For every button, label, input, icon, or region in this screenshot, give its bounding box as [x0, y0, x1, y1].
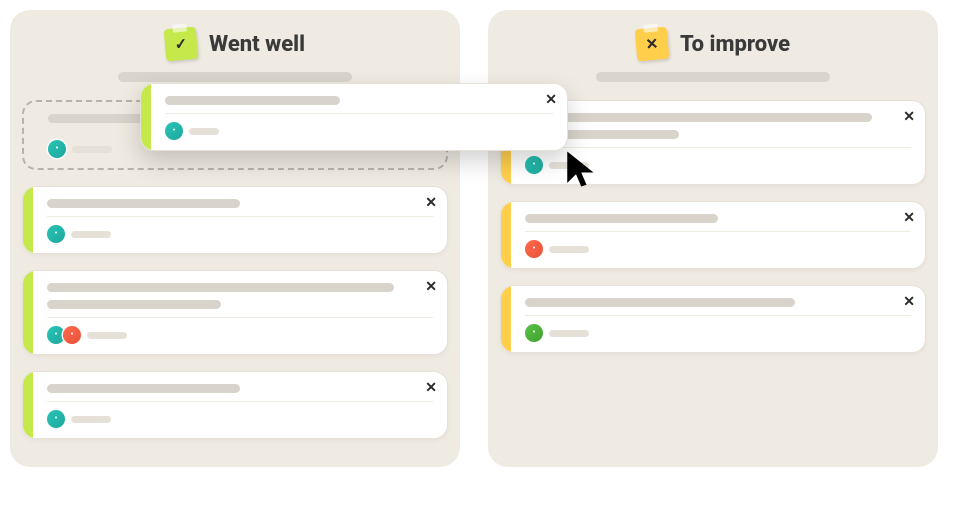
avatar: • — [525, 240, 543, 258]
add-card-bar[interactable] — [118, 72, 352, 82]
retro-card[interactable]: ✕ • — [500, 201, 926, 269]
dragging-card[interactable]: ✕ • — [140, 83, 568, 151]
avatar: • — [525, 156, 543, 174]
retro-card[interactable]: ✕ • — [500, 285, 926, 353]
add-card-bar[interactable] — [596, 72, 830, 82]
retro-board: ✓ Went well • ✕ • — [0, 0, 959, 477]
close-icon[interactable]: ✕ — [903, 210, 915, 226]
close-icon[interactable]: ✕ — [425, 279, 437, 295]
retro-card[interactable]: ✕ • • — [22, 270, 448, 355]
x-icon: ✕ — [645, 34, 659, 53]
retro-card[interactable]: ✕ • — [22, 371, 448, 439]
avatar: • — [48, 140, 66, 158]
avatar: • — [525, 324, 543, 342]
sticky-note-icon: ✓ — [164, 27, 199, 62]
column-went-well: ✓ Went well • ✕ • — [10, 10, 460, 467]
sticky-note-icon: ✕ — [635, 27, 670, 62]
column-title: Went well — [209, 32, 305, 57]
close-icon[interactable]: ✕ — [903, 294, 915, 310]
column-to-improve: ✕ To improve ✕ • ✕ — [488, 10, 938, 467]
column-title: To improve — [680, 32, 790, 57]
close-icon[interactable]: ✕ — [425, 380, 437, 396]
avatar: • — [63, 326, 81, 344]
check-icon: ✓ — [174, 34, 188, 53]
avatar: • — [165, 122, 183, 140]
avatar: • — [47, 410, 65, 428]
avatar: • — [47, 225, 65, 243]
close-icon[interactable]: ✕ — [903, 109, 915, 125]
column-header: ✕ To improve — [500, 28, 926, 60]
column-header: ✓ Went well — [22, 28, 448, 60]
retro-card[interactable]: ✕ • — [22, 186, 448, 254]
close-icon[interactable]: ✕ — [545, 92, 557, 108]
cursor-icon — [562, 148, 604, 190]
close-icon[interactable]: ✕ — [425, 195, 437, 211]
